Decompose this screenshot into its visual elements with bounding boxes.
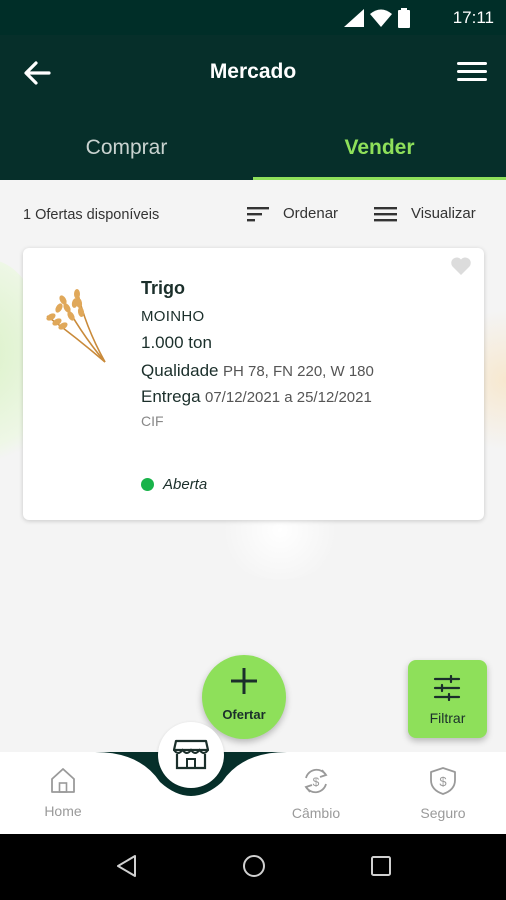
- view-label: Visualizar: [411, 205, 476, 222]
- menu-button[interactable]: [456, 59, 488, 85]
- recents-square-icon[interactable]: [370, 854, 392, 878]
- offer-fab-label: Ofertar: [222, 707, 266, 722]
- offers-content[interactable]: 1 Ofertas disponíveis Ordenar Visualizar: [0, 180, 506, 752]
- back-triangle-icon[interactable]: [116, 854, 138, 878]
- wifi-icon: [370, 9, 392, 27]
- delivery-row: Entrega 07/12/2021 a 25/12/2021: [141, 387, 374, 407]
- delivery-value: 07/12/2021 a 25/12/2021: [205, 389, 372, 406]
- battery-icon: [398, 8, 410, 28]
- home-circle-icon[interactable]: [242, 854, 266, 878]
- quality-row: Qualidade PH 78, FN 220, W 180: [141, 361, 374, 381]
- offer-quantity: 1.000 ton: [141, 333, 212, 352]
- offers-count: 1 Ofertas disponíveis: [23, 207, 160, 223]
- nav-item-market[interactable]: [158, 722, 224, 788]
- plus-icon: [231, 668, 257, 694]
- status-icons: [344, 8, 410, 28]
- bottom-navigation: Home $ Câmbio $ Seguro: [0, 722, 506, 834]
- nav-item-seguro[interactable]: $ Seguro: [393, 766, 493, 821]
- heart-icon: [451, 257, 471, 275]
- home-icon: [51, 768, 75, 793]
- offer-fab-button[interactable]: Ofertar: [202, 655, 286, 739]
- delivery-label: Entrega: [141, 387, 201, 406]
- svg-text:$: $: [313, 775, 320, 789]
- quality-value: PH 78, FN 220, W 180: [222, 363, 374, 380]
- offer-card[interactable]: Trigo MOINHO 1.000 ton Qualidade PH 78, …: [23, 248, 484, 520]
- wheat-icon: [46, 289, 106, 363]
- filter-label: Filtrar: [429, 710, 466, 726]
- nav-item-cambio[interactable]: $ Câmbio: [266, 766, 366, 821]
- status-text: Aberta: [163, 476, 208, 493]
- offer-origin: MOINHO: [141, 308, 205, 325]
- tab-comprar[interactable]: Comprar: [0, 125, 253, 180]
- status-time: 17:11: [452, 8, 494, 27]
- offer-status: Aberta: [141, 476, 207, 493]
- list-view-icon: [374, 206, 397, 221]
- quality-label: Qualidade: [141, 361, 219, 380]
- hamburger-icon: [457, 62, 487, 81]
- sort-icon: [247, 206, 269, 221]
- view-button[interactable]: Visualizar: [374, 205, 476, 222]
- nav-label-seguro: Seguro: [420, 805, 466, 821]
- signal-icon: [344, 9, 364, 27]
- nav-label-cambio: Câmbio: [291, 805, 341, 821]
- nav-label-home: Home: [44, 803, 82, 819]
- favorite-button[interactable]: [450, 256, 472, 276]
- sliders-icon: [433, 675, 461, 701]
- filter-button[interactable]: Filtrar: [408, 660, 487, 738]
- shield-dollar-icon: $: [430, 767, 456, 795]
- tab-vender[interactable]: Vender: [253, 125, 506, 180]
- sort-label: Ordenar: [283, 205, 339, 222]
- list-toolbar: 1 Ofertas disponíveis Ordenar Visualizar: [0, 180, 506, 250]
- status-bar: 17:11: [0, 0, 506, 35]
- tab-bar: Comprar Vender: [0, 125, 506, 180]
- exchange-icon: $: [304, 768, 328, 794]
- market-icon: [173, 739, 209, 770]
- page-title: Mercado: [209, 60, 297, 83]
- nav-item-home[interactable]: Home: [13, 766, 113, 819]
- system-navigation-bar: [0, 834, 506, 900]
- offer-details: Trigo MOINHO 1.000 ton Qualidade PH 78, …: [141, 278, 374, 429]
- svg-text:$: $: [439, 774, 447, 789]
- product-name: Trigo: [141, 278, 185, 298]
- status-dot-icon: [141, 478, 154, 491]
- app-bar: Mercado Comprar Vender: [0, 35, 506, 180]
- sort-button[interactable]: Ordenar: [247, 205, 338, 222]
- tab-vender-label: Vender: [344, 136, 415, 159]
- freight-type: CIF: [141, 413, 164, 429]
